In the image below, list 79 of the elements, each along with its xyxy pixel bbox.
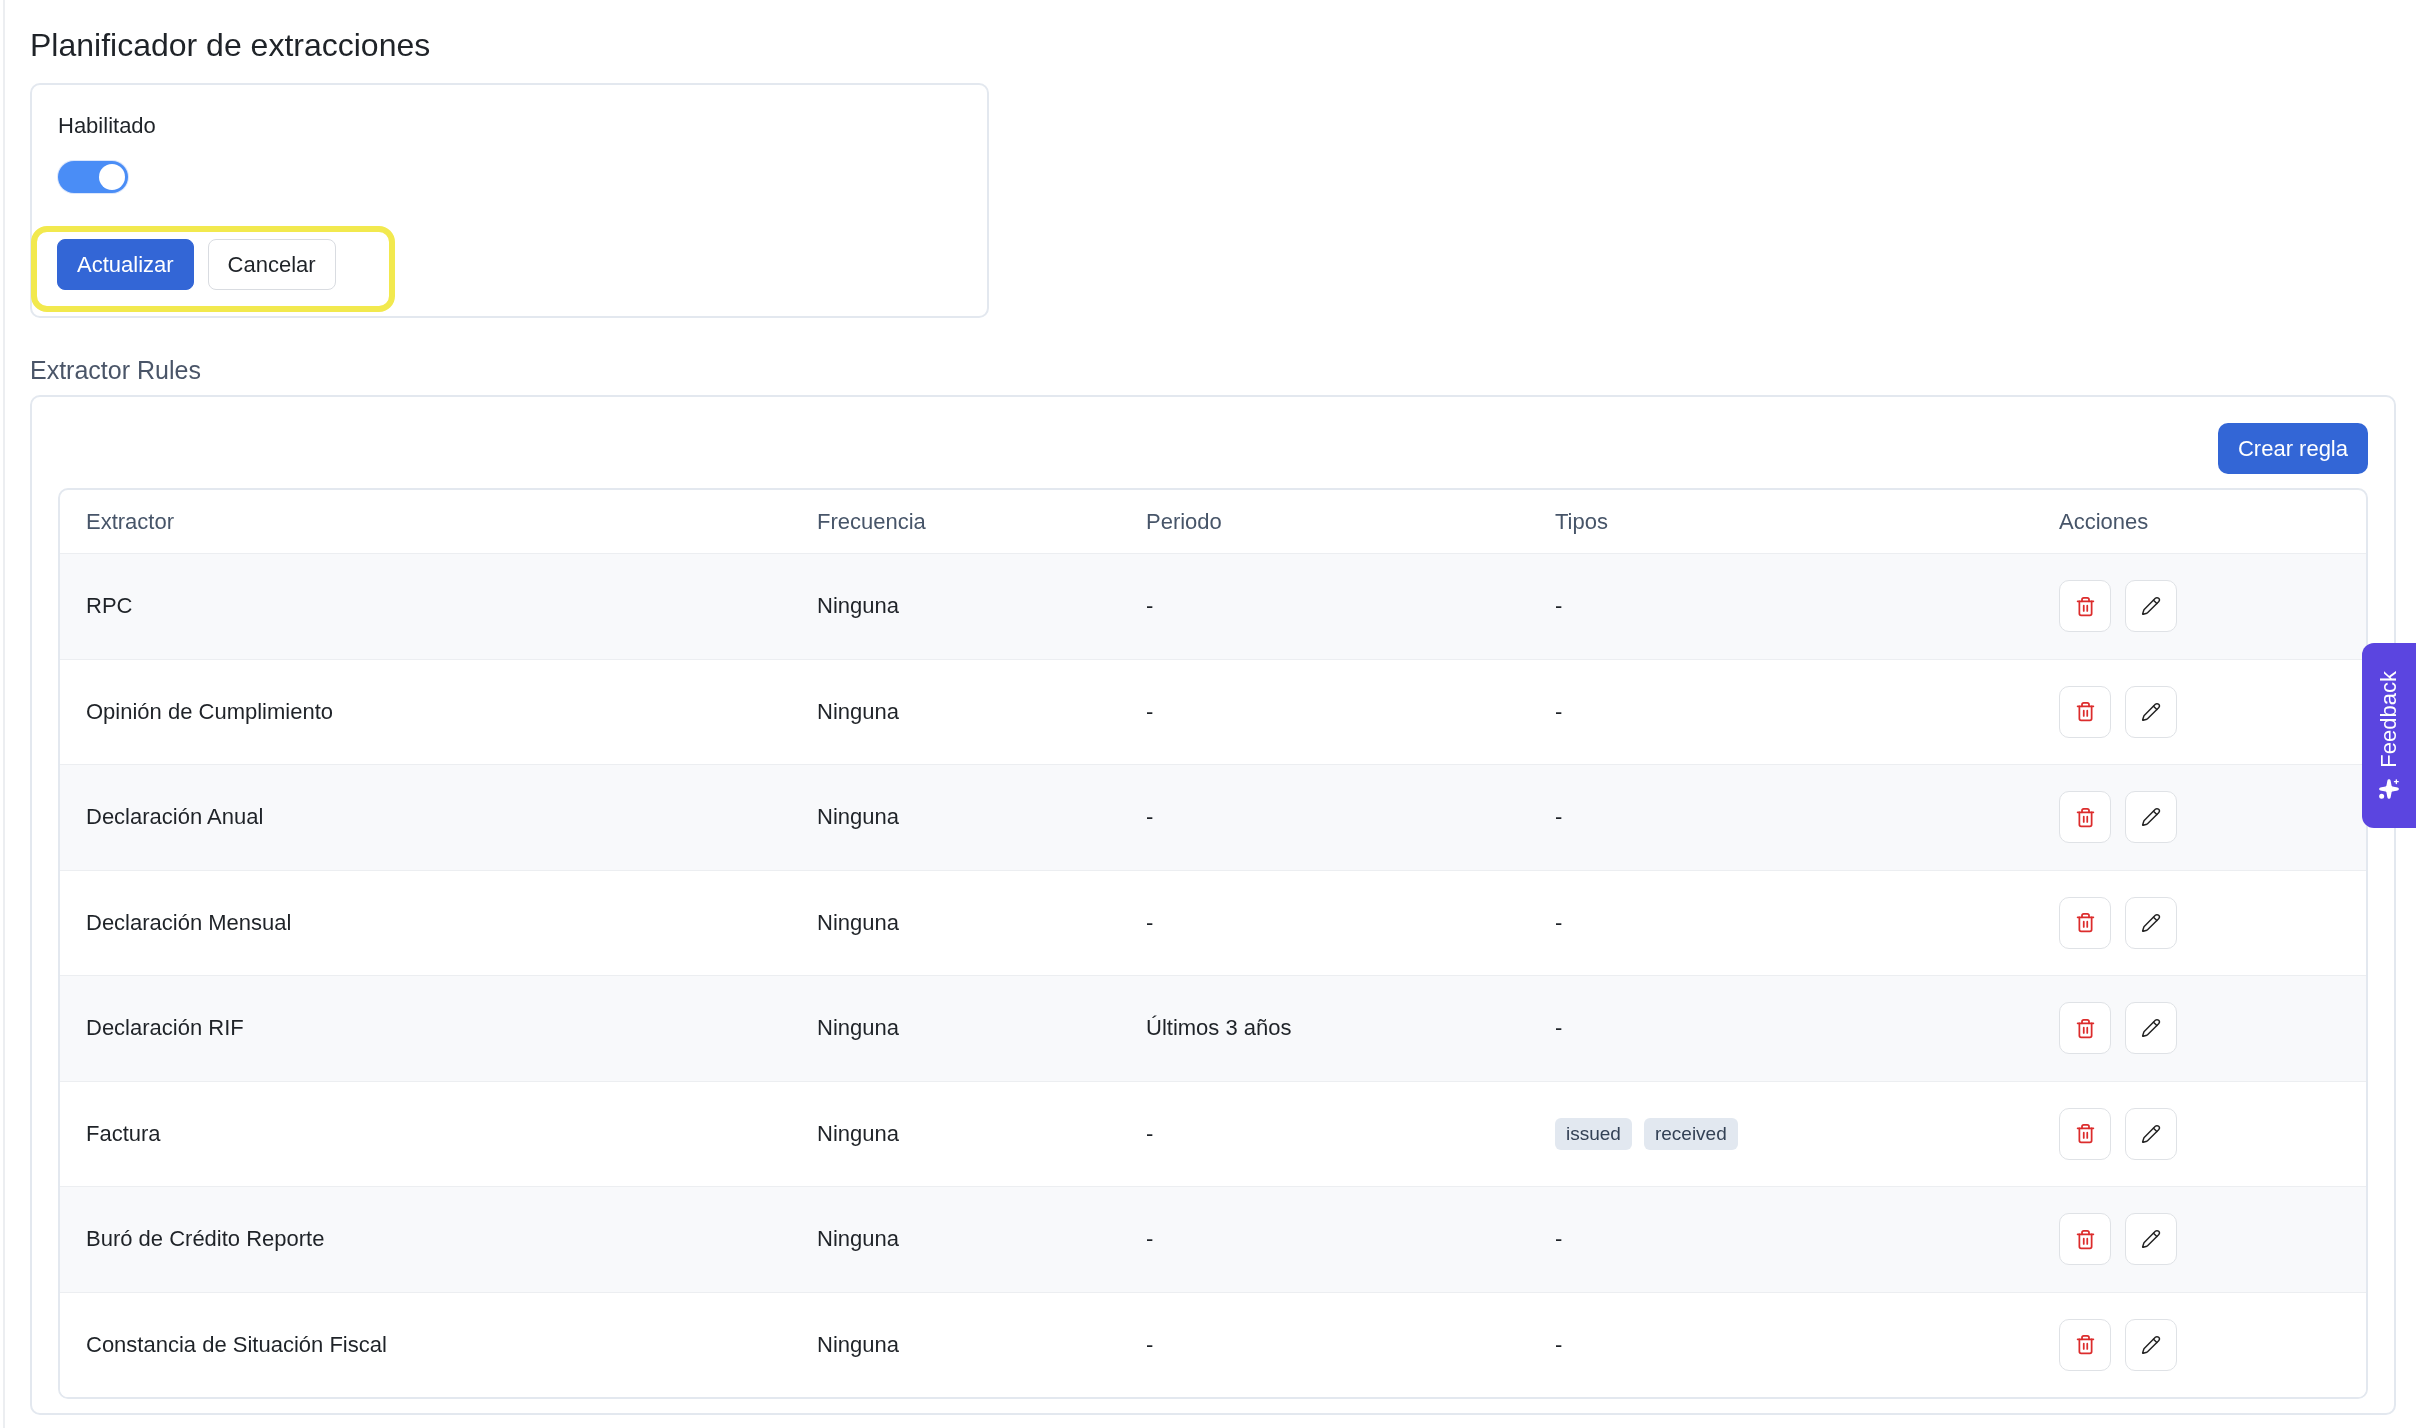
table-cell: Opinión de Cumplimiento: [86, 698, 334, 724]
trash-icon: [2074, 595, 2096, 617]
pencil-icon: [2141, 1018, 2161, 1039]
table-cell: -: [1146, 909, 1154, 935]
edit-button[interactable]: [2125, 685, 2177, 738]
feedback-tab[interactable]: Feedback: [2362, 643, 2416, 828]
table-cell: -: [1555, 803, 1563, 832]
edit-button[interactable]: [2125, 1002, 2177, 1055]
delete-button[interactable]: [2059, 1318, 2111, 1371]
table-cell: Factura: [86, 1120, 161, 1146]
trash-icon: [2074, 701, 2096, 723]
table-cell: -: [1555, 697, 1563, 726]
delete-button[interactable]: [2059, 580, 2111, 633]
table-cell: Ninguna: [817, 698, 899, 724]
column-header: Periodo: [1146, 508, 1222, 534]
table-cell: -: [1146, 804, 1154, 830]
table-cell: -: [1146, 1120, 1154, 1146]
column-header: Frecuencia: [817, 508, 926, 534]
pencil-icon: [2141, 912, 2161, 933]
trash-icon: [2074, 806, 2096, 828]
table-cell: Ninguna: [817, 593, 899, 619]
table-cell: Declaración RIF: [86, 1015, 244, 1041]
table-cell: -: [1555, 1330, 1563, 1359]
table-cell: Declaración Anual: [86, 804, 264, 830]
cancel-button[interactable]: Cancelar: [207, 239, 336, 290]
table-cell: -: [1555, 1014, 1563, 1043]
pencil-icon: [2141, 807, 2161, 828]
pencil-icon: [2141, 701, 2161, 722]
table-cell: Ninguna: [817, 804, 899, 830]
sparkle-icon: [2378, 777, 2400, 800]
delete-button[interactable]: [2059, 791, 2111, 844]
table-cell: -: [1146, 1331, 1154, 1357]
column-header: Extractor: [86, 508, 175, 534]
delete-button[interactable]: [2059, 1002, 2111, 1055]
edit-button[interactable]: [2125, 1318, 2177, 1371]
table-cell: Ninguna: [817, 1226, 899, 1252]
table-cell: -: [1555, 908, 1563, 937]
column-header: Tipos: [1555, 508, 1608, 534]
trash-icon: [2074, 1017, 2096, 1039]
toggle-switch[interactable]: [58, 161, 128, 193]
edit-button[interactable]: [2125, 1213, 2177, 1266]
edit-button[interactable]: [2125, 791, 2177, 844]
table-cell: Ninguna: [817, 1331, 899, 1357]
table-cell: Buró de Crédito Reporte: [86, 1226, 325, 1252]
type-tag: issued: [1555, 1117, 1632, 1150]
table-cell: Ninguna: [817, 909, 899, 935]
table-cell: Ninguna: [817, 1120, 899, 1146]
type-tag: received: [1643, 1117, 1738, 1150]
table-cell: RPC: [86, 593, 133, 619]
trash-icon: [2074, 1123, 2096, 1145]
edit-button[interactable]: [2125, 1107, 2177, 1160]
table-cell: -: [1146, 593, 1154, 619]
pencil-icon: [2141, 596, 2161, 617]
trash-icon: [2074, 1228, 2096, 1250]
toggle-label: Habilitado: [58, 112, 156, 140]
table-cell: Últimos 3 años: [1146, 1015, 1292, 1041]
delete-button[interactable]: [2059, 896, 2111, 949]
table-cell: -: [1146, 1226, 1154, 1252]
pencil-icon: [2141, 1123, 2161, 1144]
pencil-icon: [2141, 1229, 2161, 1250]
table-cell: Constancia de Situación Fiscal: [86, 1331, 387, 1357]
column-header: Acciones: [2059, 508, 2149, 534]
trash-icon: [2074, 912, 2096, 934]
pencil-icon: [2141, 1334, 2161, 1355]
edit-button[interactable]: [2125, 580, 2177, 633]
table-cell: -: [1555, 592, 1563, 621]
table-cell: -: [1555, 1225, 1563, 1254]
table-cell: Ninguna: [817, 1015, 899, 1041]
table-cell: -: [1146, 698, 1154, 724]
edit-button[interactable]: [2125, 896, 2177, 949]
page-title: Planificador de extracciones: [30, 26, 431, 65]
section-title: Extractor Rules: [30, 355, 201, 386]
delete-button[interactable]: [2059, 1213, 2111, 1266]
update-button[interactable]: Actualizar: [57, 239, 194, 290]
table-cell: Declaración Mensual: [86, 909, 292, 935]
delete-button[interactable]: [2059, 1107, 2111, 1160]
delete-button[interactable]: [2059, 685, 2111, 738]
create-rule-button[interactable]: Crear regla: [2217, 423, 2368, 474]
trash-icon: [2074, 1334, 2096, 1356]
